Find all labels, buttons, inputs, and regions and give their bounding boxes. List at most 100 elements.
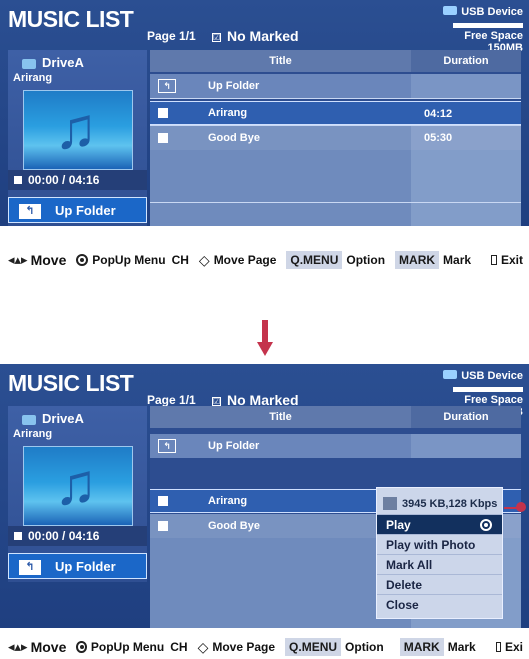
- legend-move-page: Move Page: [212, 640, 276, 654]
- drive-label: DriveA: [42, 411, 84, 426]
- up-folder-icon: ↰: [158, 79, 176, 93]
- music-note-icon: ♫: [54, 96, 98, 161]
- up-folder-icon: ↰: [19, 560, 41, 576]
- legend-ch: CH: [170, 640, 188, 654]
- navigation-arrows-icon: ◂▴▸: [8, 252, 28, 267]
- time-label: 00:00 / 04:16: [28, 529, 100, 543]
- drive-icon: [22, 58, 36, 69]
- file-icon: [383, 497, 397, 510]
- checkbox[interactable]: [158, 496, 168, 506]
- list-item-arirang[interactable]: Arirang 04:12: [150, 101, 521, 125]
- drive-name: DriveA: [22, 411, 84, 426]
- ok-button-icon: [76, 254, 89, 266]
- usb-device-label: USB Device: [461, 370, 523, 382]
- row-title: Arirang: [208, 495, 248, 507]
- mark-key: MARK: [395, 251, 440, 269]
- menu-item-label: Delete: [386, 578, 423, 592]
- checkbox[interactable]: [158, 108, 168, 118]
- popup-menu: 3945 KB,128 Kbps Play Play with Photo Ma…: [376, 487, 503, 619]
- list-item-good-bye[interactable]: Good Bye 05:30: [150, 126, 521, 150]
- usb-icon: [443, 370, 458, 380]
- down-arrow-icon: [257, 320, 273, 358]
- marked-label: No Marked: [227, 28, 299, 44]
- column-title: Title: [150, 50, 411, 72]
- channel-updown-icon: ◇: [198, 251, 210, 268]
- menu-item-close[interactable]: Close: [377, 594, 502, 614]
- menu-item-mark-all[interactable]: Mark All: [377, 554, 502, 574]
- page-indicator: Page 1/1: [147, 393, 196, 407]
- stop-icon: [14, 176, 22, 184]
- drive-icon: [22, 414, 36, 425]
- up-folder-button[interactable]: ↰ Up Folder: [8, 553, 147, 579]
- current-song: Arirang: [13, 72, 53, 84]
- row-title: Good Bye: [208, 520, 260, 532]
- stop-icon: [14, 532, 22, 540]
- column-duration: Duration: [411, 50, 521, 72]
- ok-button-icon: [480, 519, 492, 531]
- drive-panel: DriveA Arirang ♫ 00:00 / 04:16 ↰ Up Folde…: [8, 406, 147, 582]
- row-duration: 05:30: [411, 126, 521, 150]
- menu-item-delete[interactable]: Delete: [377, 574, 502, 594]
- checkbox-icon: ☑: [212, 32, 221, 42]
- music-note-icon: ♫: [54, 452, 98, 517]
- up-folder-button-label: Up Folder: [55, 203, 116, 218]
- legend-move: Move: [30, 252, 67, 268]
- legend-exit: Exi: [504, 640, 523, 654]
- qmenu-key: Q.MENU: [286, 251, 343, 269]
- current-song: Arirang: [13, 428, 53, 440]
- legend-option: Option: [346, 253, 386, 267]
- legend-mark: Mark: [443, 253, 472, 267]
- free-space-bar: [453, 387, 523, 392]
- row-title: Up Folder: [208, 80, 260, 92]
- list-header: Title Duration: [150, 406, 521, 428]
- menu-item-label: Close: [386, 598, 419, 612]
- menu-item-label: Play: [386, 518, 411, 532]
- legend-exit: Exit: [500, 253, 523, 267]
- row-title: Good Bye: [208, 132, 260, 144]
- free-space-bar: [453, 23, 523, 28]
- legend-popup-menu: PopUp Menu: [90, 640, 165, 654]
- page-title: MUSIC LIST: [8, 6, 134, 32]
- row-duration: [411, 74, 521, 98]
- qmenu-key: Q.MENU: [285, 638, 342, 656]
- drive-label: DriveA: [42, 55, 84, 70]
- menu-item-label: Play with Photo: [386, 538, 476, 552]
- list-header: Title Duration: [150, 50, 521, 72]
- page-title: MUSIC LIST: [8, 370, 134, 396]
- mark-key: MARK: [399, 638, 444, 656]
- legend-mark: Mark: [447, 640, 476, 654]
- ok-button-icon: [76, 641, 87, 653]
- channel-updown-icon: ◇: [197, 638, 209, 655]
- usb-icon: [443, 6, 458, 16]
- row-divider: [150, 202, 521, 203]
- legend-ch: CH: [171, 253, 189, 267]
- usb-status: USB Device Free Space 150MB: [431, 2, 523, 54]
- playback-time: 00:00 / 04:16: [8, 170, 147, 190]
- album-art: ♫: [23, 446, 133, 526]
- marked-status: ☑ No Marked: [212, 28, 299, 44]
- menu-item-play[interactable]: Play: [377, 514, 502, 534]
- page-indicator: Page 1/1: [147, 29, 196, 43]
- up-folder-icon: ↰: [19, 204, 41, 220]
- file-list: Title Duration ↰ Up Folder Arirang 04:12 …: [150, 50, 521, 226]
- column-duration: Duration: [411, 406, 521, 428]
- menu-item-label: Mark All: [386, 558, 433, 572]
- legend-popup-menu: PopUp Menu: [92, 253, 166, 267]
- key-legend-1: ◂▴▸ Move PopUp Menu CH ◇ Move Page Q.MEN…: [0, 248, 529, 272]
- menu-item-play-with-photo[interactable]: Play with Photo: [377, 534, 502, 554]
- callout-pointer: [504, 502, 526, 514]
- legend-move: Move: [30, 639, 67, 655]
- checkbox[interactable]: [158, 521, 168, 531]
- up-folder-icon: ↰: [158, 439, 176, 453]
- list-empty-area: [150, 150, 521, 226]
- up-folder-button[interactable]: ↰ Up Folder: [8, 197, 147, 223]
- playback-time: 00:00 / 04:16: [8, 526, 147, 546]
- list-item-up-folder[interactable]: ↰ Up Folder: [150, 434, 521, 458]
- legend-move-page: Move Page: [213, 253, 277, 267]
- file-info-label: 3945 KB,128 Kbps: [402, 497, 498, 510]
- checkbox[interactable]: [158, 133, 168, 143]
- column-title: Title: [150, 406, 411, 428]
- list-item-up-folder[interactable]: ↰ Up Folder: [150, 74, 521, 98]
- legend-option: Option: [345, 640, 384, 654]
- navigation-arrows-icon: ◂▴▸: [8, 639, 28, 654]
